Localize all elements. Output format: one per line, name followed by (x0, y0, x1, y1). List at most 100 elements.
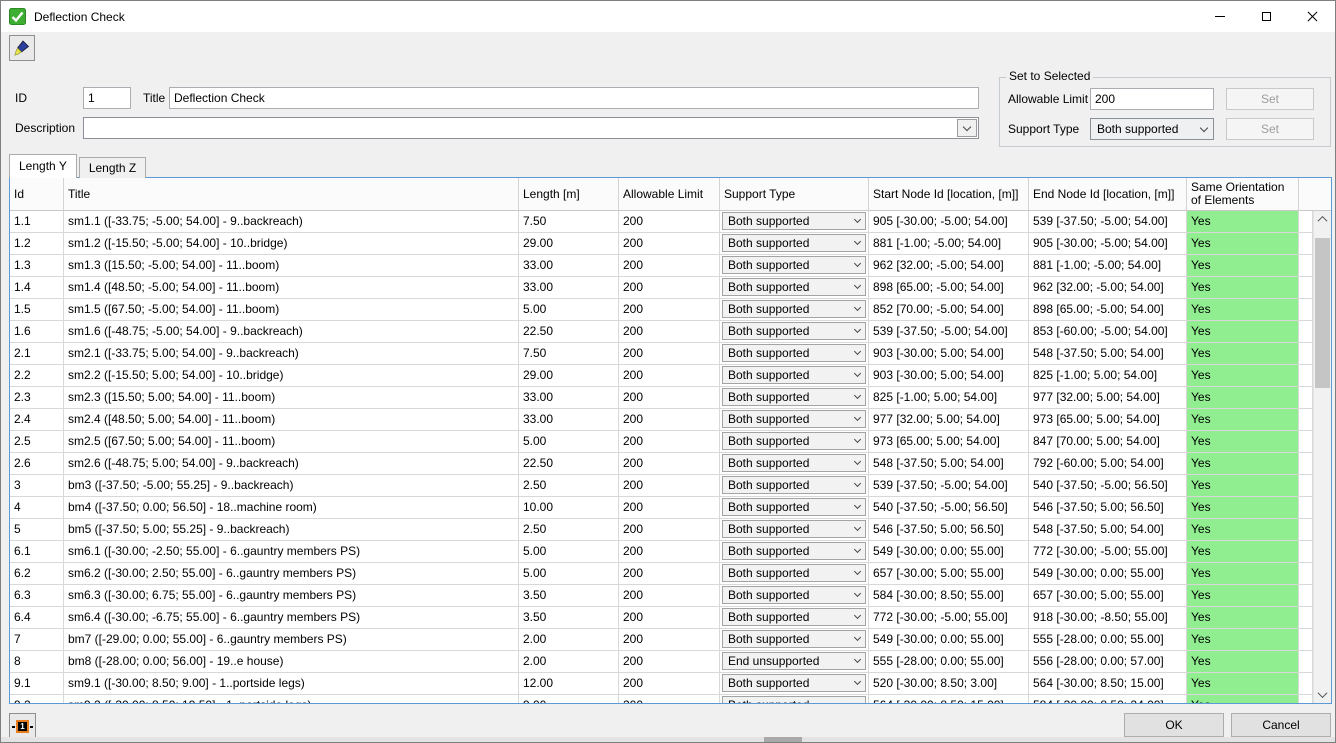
table-row[interactable]: 1.5sm1.5 ([67.50; -5.00; 54.00] - 11..bo… (10, 299, 1313, 321)
support-type-cell-dropdown[interactable]: Both supported (722, 542, 866, 560)
support-type-cell-dropdown[interactable]: Both supported (722, 520, 866, 538)
table-row[interactable]: 2.2sm2.2 ([-15.50; 5.00; 54.00] - 10..br… (10, 365, 1313, 387)
table-row[interactable]: 3bm3 ([-37.50; -5.00; 55.25] - 9..backre… (10, 475, 1313, 497)
support-type-cell-value: Both supported (728, 299, 809, 320)
table-row[interactable]: 9.2sm9.2 ([-30.00; 8.50; 19.50] - 1..por… (10, 695, 1313, 703)
cell-end-node: 540 [-37.50; -5.00; 56.50] (1029, 475, 1187, 497)
tab-length-y[interactable]: Length Y (9, 154, 77, 178)
support-type-cell-dropdown[interactable]: Both supported (722, 476, 866, 494)
table-row[interactable]: 1.3sm1.3 ([15.50; -5.00; 54.00] - 11..bo… (10, 255, 1313, 277)
column-header-id[interactable]: Id (10, 178, 64, 211)
allowable-limit-input[interactable] (1090, 88, 1214, 110)
column-header-same-orientation[interactable]: Same Orientation of Elements (1187, 178, 1299, 211)
table-row[interactable]: 6.1sm6.1 ([-30.00; -2.50; 55.00] - 6..ga… (10, 541, 1313, 563)
cancel-button[interactable]: Cancel (1231, 713, 1331, 737)
column-header-length[interactable]: Length [m] (519, 178, 619, 211)
table-row[interactable]: 2.5sm2.5 ([67.50; 5.00; 54.00] - 11..boo… (10, 431, 1313, 453)
support-type-cell-dropdown[interactable]: Both supported (722, 564, 866, 582)
column-header-start-node[interactable]: Start Node Id [location, [m]] (869, 178, 1029, 211)
scroll-up-button[interactable] (1314, 211, 1331, 228)
cell-filler (1299, 563, 1313, 585)
title-label: Title (143, 87, 165, 109)
cell-length: 12.00 (519, 673, 619, 695)
cell-allowable-limit: 200 (619, 233, 720, 255)
support-type-cell-dropdown[interactable]: Both supported (722, 300, 866, 318)
cell-start-node: 977 [32.00; 5.00; 54.00] (869, 409, 1029, 431)
support-type-cell-dropdown[interactable]: Both supported (722, 630, 866, 648)
cell-allowable-limit: 200 (619, 519, 720, 541)
cell-title: sm1.3 ([15.50; -5.00; 54.00] - 11..boom) (64, 255, 519, 277)
table-row[interactable]: 2.1sm2.1 ([-33.75; 5.00; 54.00] - 9..bac… (10, 343, 1313, 365)
cell-allowable-limit: 200 (619, 497, 720, 519)
support-type-cell-dropdown[interactable]: Both supported (722, 212, 866, 230)
table-row[interactable]: 1.2sm1.2 ([-15.50; -5.00; 54.00] - 10..b… (10, 233, 1313, 255)
support-type-cell-dropdown[interactable]: Both supported (722, 586, 866, 604)
description-label: Description (15, 117, 75, 139)
cell-start-node: 540 [-37.50; -5.00; 56.50] (869, 497, 1029, 519)
table-row[interactable]: 6.4sm6.4 ([-30.00; -6.75; 55.00] - 6..ga… (10, 607, 1313, 629)
table-row[interactable]: 9.1sm9.1 ([-30.00; 8.50; 9.00] - 1..port… (10, 673, 1313, 695)
element-selection-button[interactable]: 1 (9, 713, 36, 740)
support-type-cell-dropdown[interactable]: Both supported (722, 432, 866, 450)
table-row[interactable]: 7bm7 ([-29.00; 0.00; 55.00] - 6..gauntry… (10, 629, 1313, 651)
table-row[interactable]: 1.1sm1.1 ([-33.75; -5.00; 54.00] - 9..ba… (10, 211, 1313, 233)
support-type-cell-dropdown[interactable]: Both supported (722, 608, 866, 626)
cell-title: bm3 ([-37.50; -5.00; 55.25] - 9..backrea… (64, 475, 519, 497)
minimize-button[interactable] (1197, 1, 1243, 32)
cell-filler (1299, 585, 1313, 607)
scroll-down-button[interactable] (1314, 686, 1331, 703)
column-header-support-type[interactable]: Support Type (720, 178, 869, 211)
table-row[interactable]: 2.4sm2.4 ([48.50; 5.00; 54.00] - 11..boo… (10, 409, 1313, 431)
cell-title: bm8 ([-28.00; 0.00; 56.00] - 19..e house… (64, 651, 519, 673)
tab-length-z[interactable]: Length Z (79, 157, 146, 178)
chevron-down-icon (854, 700, 861, 703)
cell-title: sm2.5 ([67.50; 5.00; 54.00] - 11..boom) (64, 431, 519, 453)
maximize-button[interactable] (1243, 1, 1289, 32)
table-row[interactable]: 8bm8 ([-28.00; 0.00; 56.00] - 19..e hous… (10, 651, 1313, 673)
table-row[interactable]: 4bm4 ([-37.50; 0.00; 56.50] - 18..machin… (10, 497, 1313, 519)
support-type-cell-dropdown[interactable]: Both supported (722, 454, 866, 472)
table-row[interactable]: 2.6sm2.6 ([-48.75; 5.00; 54.00] - 9..bac… (10, 453, 1313, 475)
cell-id: 1.6 (10, 321, 64, 343)
cell-same-orientation: Yes (1187, 497, 1299, 519)
support-type-cell-dropdown[interactable]: Both supported (722, 256, 866, 274)
cell-filler (1299, 541, 1313, 563)
support-type-cell-dropdown[interactable]: Both supported (722, 410, 866, 428)
vertical-scrollbar[interactable] (1313, 211, 1331, 703)
support-type-cell-dropdown[interactable]: Both supported (722, 322, 866, 340)
cell-id: 2.6 (10, 453, 64, 475)
support-type-cell-dropdown[interactable]: End unsupported (722, 652, 866, 670)
support-type-cell-dropdown[interactable]: Both supported (722, 344, 866, 362)
column-header-end-node[interactable]: End Node Id [location, [m]] (1029, 178, 1187, 211)
table-row[interactable]: 6.2sm6.2 ([-30.00; 2.50; 55.00] - 6..gau… (10, 563, 1313, 585)
scrollbar-thumb[interactable] (1315, 238, 1330, 388)
table-row[interactable]: 6.3sm6.3 ([-30.00; 6.75; 55.00] - 6..gau… (10, 585, 1313, 607)
cell-support-type: Both supported (720, 475, 869, 497)
cell-end-node: 977 [32.00; 5.00; 54.00] (1029, 387, 1187, 409)
support-type-set-button[interactable]: Set (1226, 118, 1314, 140)
support-type-cell-dropdown[interactable]: Both supported (722, 234, 866, 252)
ok-button[interactable]: OK (1124, 713, 1224, 737)
support-type-cell-dropdown[interactable]: Both supported (722, 674, 866, 692)
description-dropdown-button[interactable] (957, 119, 977, 137)
table-row[interactable]: 1.6sm1.6 ([-48.75; -5.00; 54.00] - 9..ba… (10, 321, 1313, 343)
close-button[interactable] (1289, 1, 1335, 32)
cell-same-orientation: Yes (1187, 211, 1299, 233)
title-input[interactable] (169, 87, 979, 109)
id-input[interactable] (83, 87, 131, 109)
column-header-title[interactable]: Title (64, 178, 519, 211)
table-row[interactable]: 5bm5 ([-37.50; 5.00; 55.25] - 9..backrea… (10, 519, 1313, 541)
cell-start-node: 903 [-30.00; 5.00; 54.00] (869, 365, 1029, 387)
highlight-elements-button[interactable] (9, 35, 35, 61)
support-type-cell-dropdown[interactable]: Both supported (722, 366, 866, 384)
support-type-cell-dropdown[interactable]: Both supported (722, 388, 866, 406)
support-type-cell-dropdown[interactable]: Both supported (722, 278, 866, 296)
description-combobox[interactable] (83, 117, 979, 139)
support-type-cell-dropdown[interactable]: Both supported (722, 696, 866, 703)
support-type-cell-dropdown[interactable]: Both supported (722, 498, 866, 516)
table-row[interactable]: 2.3sm2.3 ([15.50; 5.00; 54.00] - 11..boo… (10, 387, 1313, 409)
column-header-allowable-limit[interactable]: Allowable Limit (619, 178, 720, 211)
support-type-combobox[interactable]: Both supported (1090, 118, 1214, 140)
allowable-limit-set-button[interactable]: Set (1226, 88, 1314, 110)
table-row[interactable]: 1.4sm1.4 ([48.50; -5.00; 54.00] - 11..bo… (10, 277, 1313, 299)
